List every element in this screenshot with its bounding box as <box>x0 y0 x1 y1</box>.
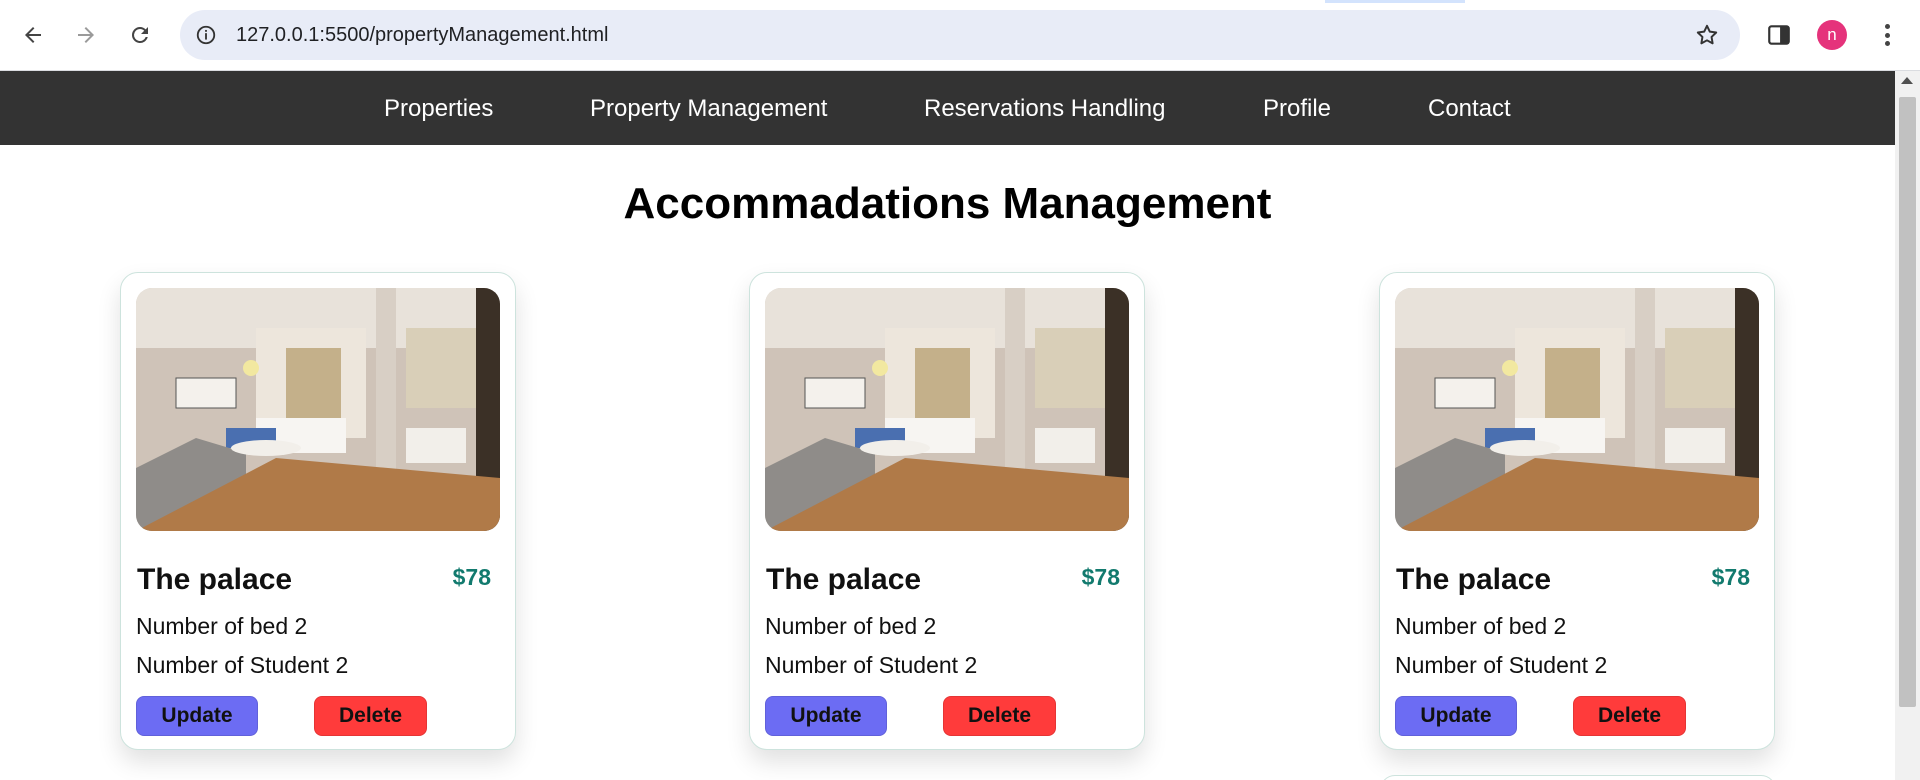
site-info-button[interactable] <box>192 21 220 49</box>
room-photo <box>1395 288 1759 531</box>
update-button[interactable]: Update <box>1395 696 1517 736</box>
bookmark-star-icon[interactable] <box>1694 22 1720 48</box>
property-price: $78 <box>1081 564 1120 590</box>
scrollbar-thumb[interactable] <box>1899 97 1916 707</box>
property-card-partial <box>1380 775 1776 780</box>
student-count: Number of Student 2 <box>765 652 978 678</box>
back-button[interactable] <box>14 16 52 54</box>
update-button[interactable]: Update <box>136 696 258 736</box>
nav-link-property-management[interactable]: Property Management <box>590 95 827 123</box>
browser-toolbar: 127.0.0.1:5500/propertyManagement.html n <box>0 0 1920 71</box>
nav-link-properties[interactable]: Properties <box>384 95 493 123</box>
profile-avatar[interactable]: n <box>1817 20 1847 50</box>
hotel-room-image <box>136 288 500 531</box>
property-price: $78 <box>452 564 491 590</box>
page-title: Accommadations Management <box>623 179 1272 228</box>
property-card: The palace $78 Number of bed 2 Number of… <box>1379 272 1775 750</box>
bed-count: Number of bed 2 <box>1395 613 1567 639</box>
property-name: The palace <box>1396 563 1552 596</box>
forward-arrow-icon <box>78 27 94 43</box>
vertical-scrollbar[interactable] <box>1895 71 1920 780</box>
site-info-icon <box>196 25 216 45</box>
side-panel-icon[interactable] <box>1766 22 1792 48</box>
property-card: The palace $78 Number of bed 2 Number of… <box>120 272 516 750</box>
property-name: The palace <box>137 563 293 596</box>
address-bar[interactable]: 127.0.0.1:5500/propertyManagement.html <box>180 10 1740 60</box>
nav-link-reservations-handling[interactable]: Reservations Handling <box>924 95 1165 123</box>
reload-button[interactable] <box>121 16 159 54</box>
back-arrow-icon <box>25 27 41 43</box>
main-navbar: Properties Property Management Reservati… <box>0 71 1895 145</box>
property-name: The palace <box>766 563 922 596</box>
room-photo <box>136 288 500 531</box>
room-photo <box>765 288 1129 531</box>
hotel-room-image <box>765 288 1129 531</box>
kebab-menu-icon[interactable] <box>1876 20 1898 50</box>
student-count: Number of Student 2 <box>1395 652 1608 678</box>
bed-count: Number of bed 2 <box>136 613 308 639</box>
student-count: Number of Student 2 <box>136 652 349 678</box>
forward-button[interactable] <box>67 16 105 54</box>
nav-link-profile[interactable]: Profile <box>1263 95 1331 123</box>
reload-icon <box>132 27 148 43</box>
page-viewport: Properties Property Management Reservati… <box>0 71 1920 780</box>
tab-strip-edge <box>0 0 1920 8</box>
tab-indicator <box>1325 0 1465 3</box>
property-price: $78 <box>1711 564 1750 590</box>
hotel-room-image <box>1395 288 1759 531</box>
delete-button[interactable]: Delete <box>314 696 427 736</box>
bed-count: Number of bed 2 <box>765 613 937 639</box>
update-button[interactable]: Update <box>765 696 887 736</box>
scroll-up-arrow-icon[interactable] <box>1901 77 1913 84</box>
property-card: The palace $78 Number of bed 2 Number of… <box>749 272 1145 750</box>
nav-link-contact[interactable]: Contact <box>1428 95 1511 123</box>
delete-button[interactable]: Delete <box>1573 696 1686 736</box>
url-text[interactable]: 127.0.0.1:5500/propertyManagement.html <box>236 24 608 47</box>
delete-button[interactable]: Delete <box>943 696 1056 736</box>
